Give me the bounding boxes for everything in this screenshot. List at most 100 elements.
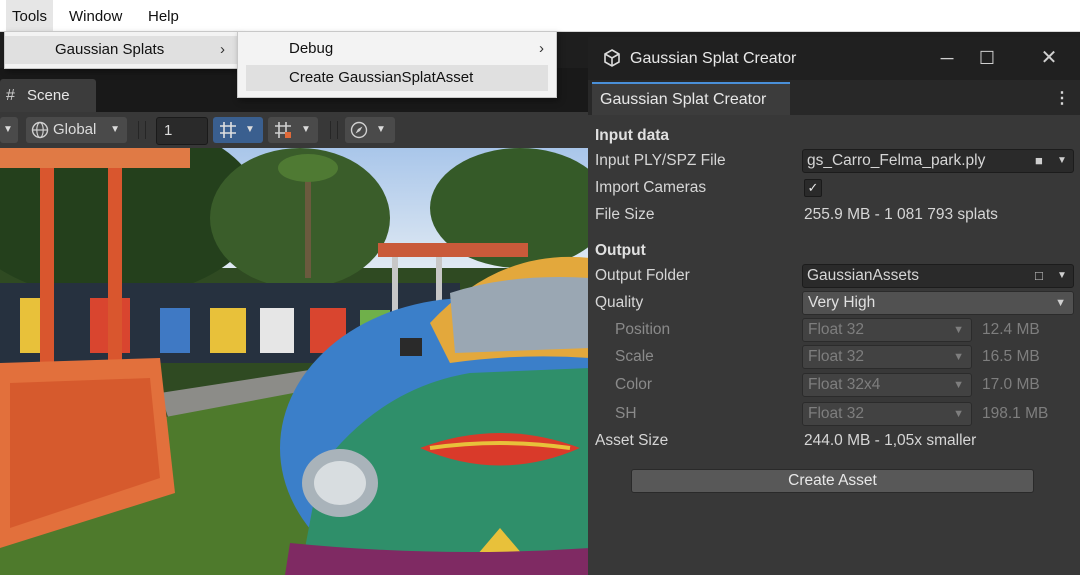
quality-label: Quality: [595, 294, 644, 311]
input-file-label: Input PLY/SPZ File: [595, 152, 726, 169]
import-cameras-checkbox[interactable]: ✓: [804, 179, 822, 197]
folder-icon[interactable]: □: [1035, 265, 1043, 287]
grid-size-value: 1: [164, 122, 173, 139]
tools-menu: Gaussian Splats ›: [4, 31, 238, 69]
grid-snap-toggle[interactable]: ▼: [213, 117, 263, 143]
format-size-scale: 16.5 MB: [982, 348, 1040, 365]
compass-icon: [350, 121, 368, 139]
chevron-down-icon: ▼: [953, 351, 964, 363]
format-value-position: Float 32: [808, 321, 865, 338]
section-input-data-label: Input data: [595, 127, 670, 144]
menu-item-gaussian-splats[interactable]: Gaussian Splats ›: [5, 36, 237, 64]
grid-visibility-dropdown[interactable]: ▼: [268, 117, 318, 143]
format-dropdown-sh[interactable]: Float 32 ▼: [802, 402, 972, 426]
menu-bar: Tools Window Help: [0, 0, 1080, 32]
file-size-row: File Size 255.9 MB - 1 081 793 splats: [588, 202, 1080, 228]
chevron-down-icon: ▼: [1055, 297, 1066, 309]
chevron-down-icon[interactable]: ▼: [1057, 150, 1067, 172]
grid-snap-icon: [220, 122, 236, 138]
format-row-color: Color Float 32x4 ▼ 17.0 MB: [588, 372, 1080, 398]
menu-item-create-gaussian-splat-asset[interactable]: Create GaussianSplatAsset: [246, 65, 548, 91]
input-file-field[interactable]: gs_Carro_Felma_park.ply ■ ▼: [802, 149, 1074, 173]
chevron-right-icon: ›: [220, 41, 225, 58]
format-row-position: Position Float 32 ▼ 12.4 MB: [588, 317, 1080, 343]
menu-help[interactable]: Help: [142, 0, 185, 31]
create-asset-button[interactable]: Create Asset: [631, 469, 1034, 493]
toolbar-divider: [138, 121, 139, 139]
file-size-label: File Size: [595, 206, 655, 223]
format-label-sh: SH: [615, 405, 637, 422]
format-dropdown-scale[interactable]: Float 32 ▼: [802, 345, 972, 369]
scene-toolbar: ▼ Global ▼ 1 ▼ ▼ ▼: [0, 112, 600, 148]
asset-size-label: Asset Size: [595, 432, 669, 449]
format-dropdown-position[interactable]: Float 32 ▼: [802, 318, 972, 342]
output-folder-value: GaussianAssets: [807, 267, 919, 284]
output-folder-label: Output Folder: [595, 267, 690, 284]
folder-icon[interactable]: ■: [1035, 150, 1043, 172]
output-folder-row: Output Folder GaussianAssets □ ▼: [588, 263, 1080, 289]
import-cameras-row: Import Cameras ✓: [588, 175, 1080, 201]
grid-icon: [275, 122, 291, 138]
format-label-position: Position: [615, 321, 671, 338]
tab-gaussian-splat-creator[interactable]: Gaussian Splat Creator: [592, 82, 790, 115]
input-file-value: gs_Carro_Felma_park.ply: [807, 152, 986, 169]
scene-viewport[interactable]: [0, 148, 590, 575]
output-folder-field[interactable]: GaussianAssets □ ▼: [802, 264, 1074, 288]
close-icon[interactable]: ✕: [1026, 37, 1072, 80]
more-options-icon[interactable]: ⋮: [1054, 88, 1070, 108]
format-dropdown-color[interactable]: Float 32x4 ▼: [802, 373, 972, 397]
menu-item-create-label: Create GaussianSplatAsset: [289, 69, 474, 86]
gizmo-dropdown[interactable]: ▼: [345, 117, 395, 143]
grid-size-field[interactable]: 1: [156, 117, 208, 145]
scene-grid-icon: #: [6, 87, 15, 104]
chevron-down-icon: ▼: [953, 324, 964, 336]
chevron-down-icon: ▼: [376, 124, 386, 135]
window-titlebar: Gaussian Splat Creator ─ ☐ ✕: [588, 37, 1080, 80]
toolbar-divider: [330, 121, 331, 139]
scene-render: [0, 148, 590, 575]
chevron-down-icon[interactable]: ▼: [1057, 265, 1067, 287]
toolbar-divider: [337, 121, 338, 139]
file-size-value: 255.9 MB - 1 081 793 splats: [804, 206, 998, 223]
gaussian-splats-submenu: Debug › Create GaussianSplatAsset: [237, 31, 557, 98]
import-cameras-label: Import Cameras: [595, 179, 707, 196]
chevron-down-icon: ▼: [953, 379, 964, 391]
format-size-sh: 198.1 MB: [982, 405, 1049, 422]
scene-tab-label: Scene: [27, 87, 70, 104]
asset-size-value: 244.0 MB - 1,05x smaller: [804, 432, 977, 449]
section-output-label: Output: [595, 242, 646, 259]
tool-handle-dropdown[interactable]: ▼: [0, 117, 18, 143]
asset-size-row: Asset Size 244.0 MB - 1,05x smaller: [588, 428, 1080, 454]
menu-item-debug[interactable]: Debug ›: [238, 36, 556, 62]
gaussian-splat-creator-window: Gaussian Splat Creator ─ ☐ ✕ Gaussian Sp…: [588, 37, 1080, 575]
chevron-right-icon: ›: [539, 40, 544, 57]
format-row-sh: SH Float 32 ▼ 198.1 MB: [588, 401, 1080, 427]
format-size-color: 17.0 MB: [982, 376, 1040, 393]
format-value-scale: Float 32: [808, 348, 865, 365]
menu-window[interactable]: Window: [63, 0, 128, 31]
window-tab-bar: Gaussian Splat Creator ⋮: [588, 80, 1080, 115]
tab-scene[interactable]: # Scene: [0, 79, 96, 112]
chevron-down-icon: ▼: [245, 124, 255, 135]
chevron-down-icon: ▼: [3, 124, 13, 135]
format-row-scale: Scale Float 32 ▼ 16.5 MB: [588, 344, 1080, 370]
quality-row: Quality Very High ▼: [588, 290, 1080, 316]
quality-value: Very High: [808, 294, 876, 311]
format-value-color: Float 32x4: [808, 376, 881, 393]
maximize-icon[interactable]: ☐: [964, 37, 1010, 80]
menu-item-gaussian-splats-label: Gaussian Splats: [55, 41, 165, 58]
format-label-color: Color: [615, 376, 653, 393]
chevron-down-icon: ▼: [301, 124, 311, 135]
window-title: Gaussian Splat Creator: [630, 50, 797, 67]
globe-icon: [31, 121, 49, 139]
toolbar-divider: [145, 121, 146, 139]
format-label-scale: Scale: [615, 348, 654, 365]
menu-tools[interactable]: Tools: [6, 0, 54, 31]
chevron-down-icon: ▼: [110, 124, 120, 135]
chevron-down-icon: ▼: [953, 408, 964, 420]
global-dropdown[interactable]: Global ▼: [26, 117, 127, 143]
menu-item-debug-label: Debug: [289, 40, 334, 57]
format-value-sh: Float 32: [808, 405, 865, 422]
quality-dropdown[interactable]: Very High ▼: [802, 291, 1074, 315]
section-output: Output: [588, 238, 1080, 264]
